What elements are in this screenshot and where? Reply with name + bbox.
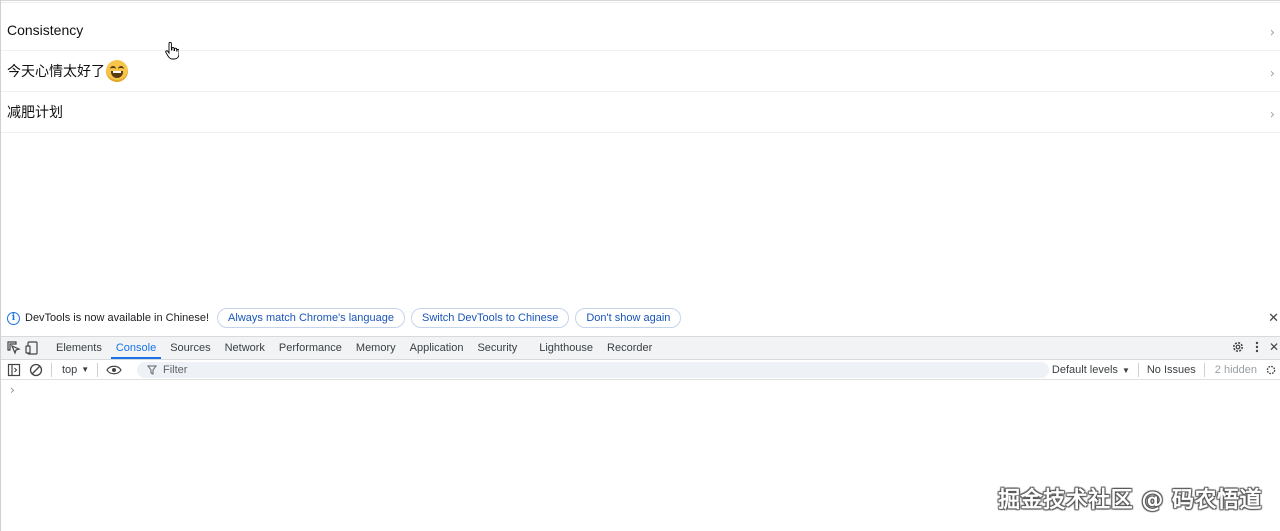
console-filter-input[interactable]: Filter [137, 362, 1049, 378]
chevron-right-icon: › [1269, 66, 1275, 82]
tab-sources[interactable]: Sources [163, 337, 217, 359]
tab-performance[interactable]: Performance [272, 337, 349, 359]
page: Consistency › 今天心情太好了 › 减肥计划 › i DevTool… [0, 0, 1280, 531]
tab-recorder[interactable]: Recorder [600, 337, 659, 359]
dropdown-arrow-icon: ▼ [81, 365, 90, 374]
inspect-element-icon[interactable] [7, 341, 21, 355]
chevron-right-icon: › [1269, 107, 1275, 123]
language-notice-bar: i DevTools is now available in Chinese! … [1, 306, 1280, 330]
device-toolbar-icon[interactable] [25, 341, 39, 355]
chevron-right-icon: › [1269, 25, 1275, 41]
list-item-label: 减肥计划 [7, 104, 63, 120]
hand-cursor-icon [165, 42, 179, 60]
more-options-icon[interactable] [1255, 340, 1259, 354]
list-item-label: 今天心情太好了 [7, 63, 105, 79]
filter-placeholder: Filter [163, 364, 188, 376]
tab-security[interactable]: Security [470, 337, 524, 359]
laughing-emoji-icon [106, 60, 128, 82]
close-devtools-icon[interactable]: ✕ [1269, 340, 1279, 354]
watermark: 掘金技术社区 @ 码农悟道 [998, 488, 1262, 513]
notice-message: DevTools is now available in Chinese! [25, 312, 210, 324]
issues-count[interactable]: No Issues [1147, 364, 1196, 376]
filter-icon [147, 365, 157, 375]
hidden-messages-count: 2 hidden [1214, 364, 1257, 376]
console-prompt[interactable]: › [10, 383, 15, 397]
list-item[interactable]: Consistency › [1, 10, 1280, 51]
top-divider [1, 0, 1280, 3]
devtools-tab-bar: Elements Console Sources Network Perform… [1, 336, 1280, 360]
tab-lighthouse[interactable]: Lighthouse [532, 337, 600, 359]
clear-console-icon[interactable] [29, 363, 43, 377]
tab-network[interactable]: Network [218, 337, 272, 359]
eye-icon[interactable] [106, 364, 122, 376]
settings-gear-icon[interactable] [1231, 340, 1245, 354]
item-list: Consistency › 今天心情太好了 › 减肥计划 › [1, 10, 1280, 133]
console-settings-icon[interactable] [1265, 364, 1277, 376]
close-icon[interactable]: ✕ [1268, 310, 1279, 326]
tab-console[interactable]: Console [109, 337, 163, 359]
context-selector[interactable]: top ▼ [62, 364, 89, 376]
log-levels-dropdown[interactable]: Default levels [1052, 364, 1118, 376]
dont-show-again-button[interactable]: Don't show again [575, 308, 682, 328]
context-label: top [62, 363, 78, 376]
tab-application[interactable]: Application [403, 337, 471, 359]
list-item[interactable]: 减肥计划 › [1, 92, 1280, 133]
sidebar-toggle-icon[interactable] [7, 363, 21, 377]
dropdown-arrow-icon: ▼ [1121, 365, 1130, 375]
console-toolbar: top ▼ Filter Default levels ▼ No Issues … [1, 360, 1280, 380]
list-item-label: Consistency [7, 22, 84, 38]
tab-elements[interactable]: Elements [49, 337, 109, 359]
list-item[interactable]: 今天心情太好了 › [1, 51, 1280, 92]
tab-memory[interactable]: Memory [349, 337, 403, 359]
always-match-language-button[interactable]: Always match Chrome's language [217, 308, 406, 328]
info-icon: i [7, 311, 20, 325]
switch-to-chinese-button[interactable]: Switch DevTools to Chinese [411, 308, 570, 328]
